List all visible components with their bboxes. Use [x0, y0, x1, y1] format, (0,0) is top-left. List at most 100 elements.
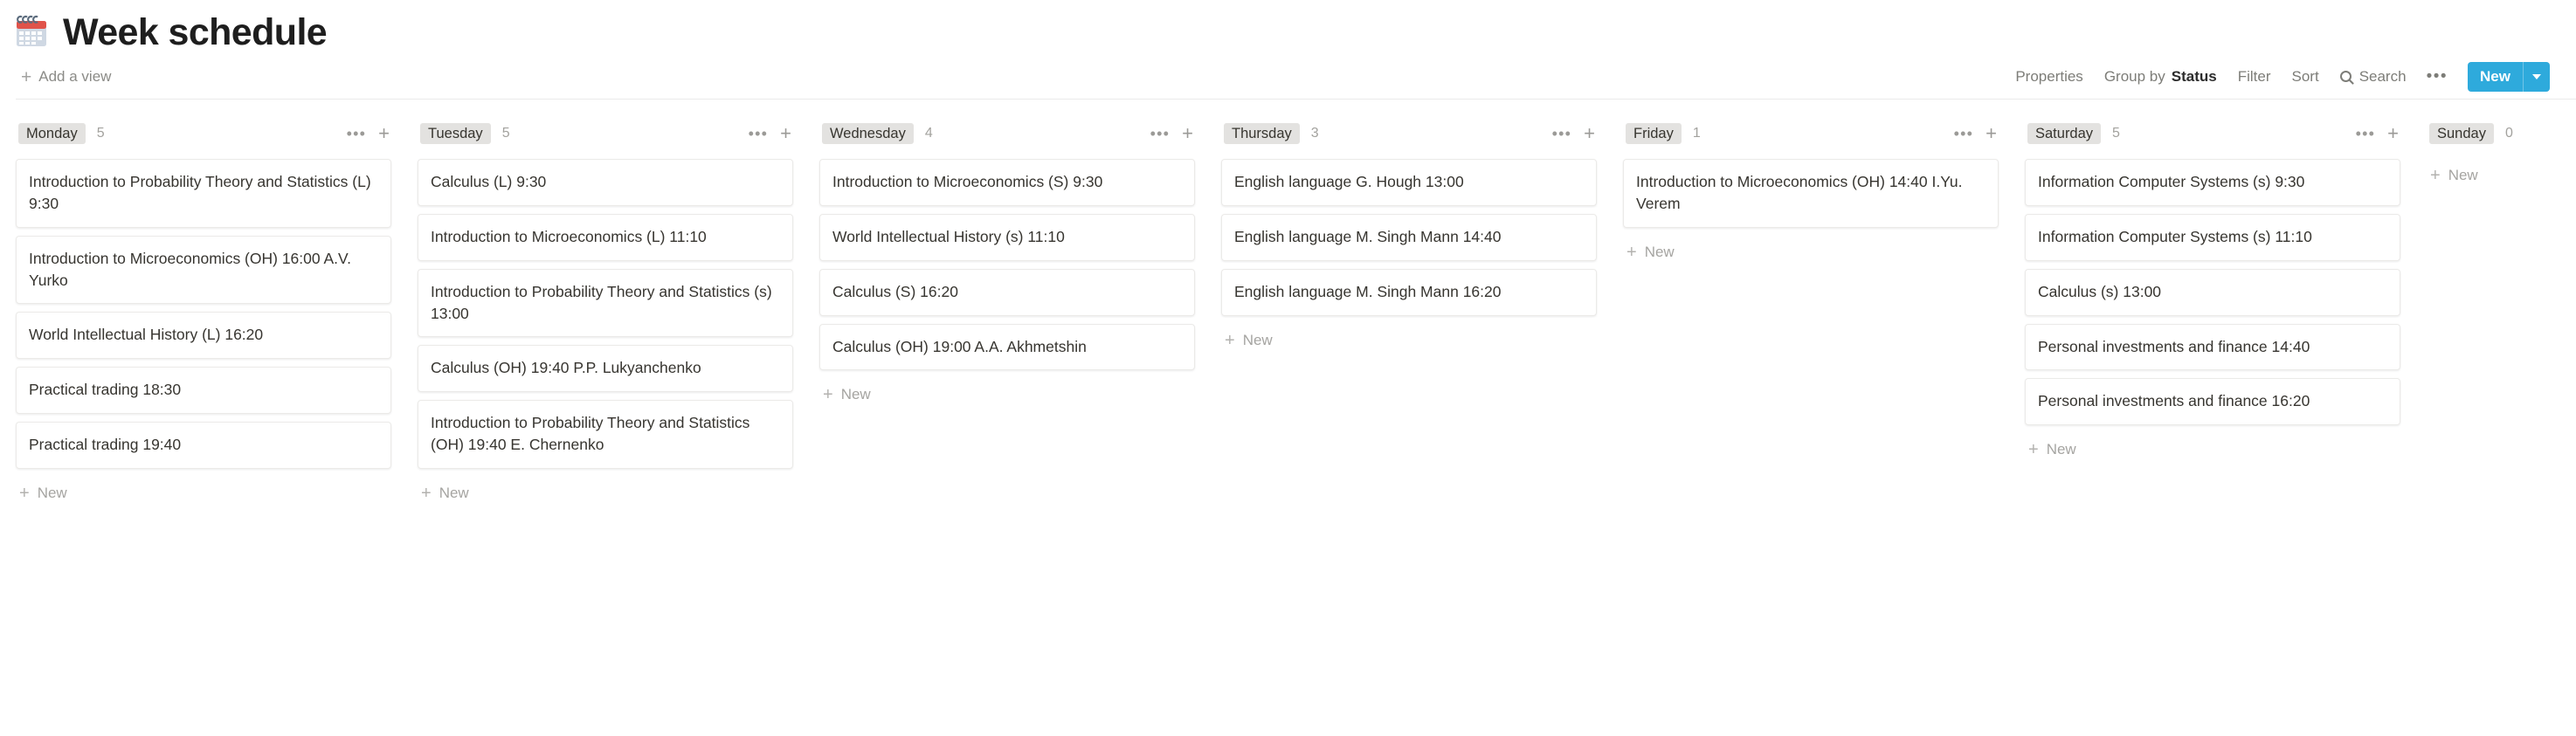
column-add-icon[interactable]: + — [1986, 124, 1997, 142]
card-title: English language M. Singh Mann 16:20 — [1234, 282, 1502, 300]
board-column: Tuesday 5 ••• + Calculus (L) 9:30 Introductio… — [418, 122, 819, 506]
kanban-board: Monday 5 ••• + Introduction to Probability T… — [0, 100, 2576, 685]
board-card[interactable]: Practical trading 19:40 — [16, 422, 391, 469]
card-title: Introduction to Microeconomics (L) 11:10 — [431, 227, 707, 245]
card-title: Information Computer Systems (s) 9:30 — [2038, 173, 2305, 190]
plus-icon: + — [421, 483, 432, 503]
search-button[interactable]: Search — [2330, 64, 2417, 90]
column-add-icon[interactable]: + — [1584, 124, 1595, 142]
column-add-icon[interactable]: + — [780, 124, 791, 142]
card-title: English language M. Singh Mann 14:40 — [1234, 227, 1502, 245]
group-by-button[interactable]: Group by Status — [2094, 64, 2227, 90]
board-card[interactable]: Introduction to Microeconomics (OH) 14:4… — [1623, 159, 1999, 228]
column-count: 5 — [2112, 126, 2120, 141]
column-more-icon[interactable]: ••• — [2356, 126, 2376, 141]
add-card-label: New — [1242, 331, 1273, 348]
add-card-label: New — [2448, 167, 2478, 183]
plus-icon: + — [19, 483, 30, 503]
column-name-badge[interactable]: Thursday — [1224, 123, 1300, 144]
board-card[interactable]: Introduction to Microeconomics (S) 9:30 — [819, 159, 1195, 206]
column-count: 1 — [1692, 126, 1701, 141]
column-count: 5 — [96, 126, 105, 141]
board-card[interactable]: English language M. Singh Mann 14:40 — [1221, 213, 1597, 261]
new-button-label: New — [2480, 68, 2510, 85]
card-title: Introduction to Microeconomics (OH) 16:0… — [29, 249, 351, 289]
add-card-button[interactable]: + New — [1221, 324, 1597, 353]
filter-label: Filter — [2237, 68, 2271, 85]
board-card[interactable]: Personal investments and finance 14:40 — [2025, 323, 2400, 371]
view-bar: + Add a view Properties Group by Status … — [0, 54, 2576, 100]
column-actions: ••• + — [2356, 124, 2400, 142]
column-name-badge[interactable]: Monday — [18, 123, 86, 144]
search-icon — [2339, 70, 2353, 84]
board-card[interactable]: English language M. Singh Mann 16:20 — [1221, 268, 1597, 316]
properties-button[interactable]: Properties — [2005, 64, 2093, 90]
board-card[interactable]: Practical trading 18:30 — [16, 367, 391, 415]
column-count: 3 — [1310, 126, 1319, 141]
spiral-calendar-icon — [12, 13, 51, 52]
card-title: Calculus (S) 16:20 — [832, 282, 958, 300]
column-more-icon[interactable]: ••• — [347, 126, 367, 141]
column-add-icon[interactable]: + — [2387, 124, 2399, 142]
column-more-icon[interactable]: ••• — [749, 126, 769, 141]
card-title: Introduction to Probability Theory and S… — [431, 414, 750, 454]
board-card[interactable]: World Intellectual History (L) 16:20 — [16, 312, 391, 360]
board-card[interactable]: Introduction to Microeconomics (L) 11:10 — [418, 213, 793, 261]
card-title: English language G. Hough 13:00 — [1234, 173, 1464, 190]
board-card[interactable]: English language G. Hough 13:00 — [1221, 159, 1597, 206]
column-header: Sunday 0 — [2427, 122, 2576, 145]
board-card[interactable]: Introduction to Probability Theory and S… — [418, 400, 793, 469]
column-more-icon[interactable]: ••• — [1954, 126, 1974, 141]
column-header: Wednesday 4 ••• + — [819, 122, 1195, 145]
add-card-label: New — [840, 386, 871, 403]
card-title: World Intellectual History (L) 16:20 — [29, 326, 264, 344]
column-more-icon[interactable]: ••• — [1150, 126, 1171, 141]
plus-icon: + — [21, 66, 32, 87]
board-card[interactable]: Introduction to Probability Theory and S… — [418, 268, 793, 338]
plus-icon: + — [2028, 440, 2039, 460]
board-card[interactable]: Information Computer Systems (s) 11:10 — [2025, 213, 2400, 261]
add-card-label: New — [1644, 243, 1675, 260]
board-card[interactable]: Calculus (OH) 19:00 A.A. Akhmetshin — [819, 323, 1195, 371]
column-add-icon[interactable]: + — [378, 124, 390, 142]
column-more-icon[interactable]: ••• — [1552, 126, 1572, 141]
card-title: Information Computer Systems (s) 11:10 — [2038, 227, 2312, 245]
new-button-dropdown[interactable] — [2523, 62, 2550, 92]
board-card[interactable]: Calculus (OH) 19:40 P.P. Lukyanchenko — [418, 345, 793, 393]
add-card-button[interactable]: + New — [1623, 236, 1999, 265]
board-card[interactable]: Introduction to Probability Theory and S… — [16, 159, 391, 228]
add-card-button[interactable]: + New — [819, 378, 1195, 407]
more-options-button[interactable]: ••• — [2417, 67, 2457, 86]
filter-button[interactable]: Filter — [2227, 64, 2282, 90]
board-card[interactable]: Introduction to Microeconomics (OH) 16:0… — [16, 235, 391, 305]
board-card[interactable]: Information Computer Systems (s) 9:30 — [2025, 159, 2400, 206]
column-name-badge[interactable]: Saturday — [2027, 123, 2102, 144]
add-card-label: New — [439, 484, 469, 501]
column-add-icon[interactable]: + — [1182, 124, 1193, 142]
add-a-view-button[interactable]: + Add a view — [16, 65, 116, 90]
plus-icon: + — [2430, 166, 2441, 185]
add-card-label: New — [37, 484, 67, 501]
column-actions: ••• + — [347, 124, 391, 142]
board-card[interactable]: Personal investments and finance 16:20 — [2025, 378, 2400, 426]
new-button[interactable]: New — [2468, 62, 2550, 92]
board-card[interactable]: Calculus (s) 13:00 — [2025, 268, 2400, 316]
column-name-badge[interactable]: Friday — [1626, 123, 1682, 144]
card-title: Calculus (s) 13:00 — [2038, 282, 2162, 300]
card-title: Personal investments and finance 16:20 — [2038, 392, 2310, 410]
plus-icon: + — [1626, 242, 1637, 262]
board-card[interactable]: Calculus (L) 9:30 — [418, 159, 793, 206]
column-actions: ••• + — [749, 124, 793, 142]
add-card-button[interactable]: + New — [2025, 433, 2400, 462]
add-card-button[interactable]: + New — [2427, 159, 2576, 188]
column-header: Saturday 5 ••• + — [2025, 122, 2400, 145]
column-name-badge[interactable]: Tuesday — [420, 123, 491, 144]
column-name-badge[interactable]: Wednesday — [822, 123, 914, 144]
board-card[interactable]: Calculus (S) 16:20 — [819, 268, 1195, 316]
board-card[interactable]: World Intellectual History (s) 11:10 — [819, 213, 1195, 261]
column-actions: ••• + — [1552, 124, 1597, 142]
sort-button[interactable]: Sort — [2282, 64, 2330, 90]
column-name-badge[interactable]: Sunday — [2429, 123, 2494, 144]
add-card-button[interactable]: + New — [16, 477, 391, 506]
add-card-button[interactable]: + New — [418, 477, 793, 506]
